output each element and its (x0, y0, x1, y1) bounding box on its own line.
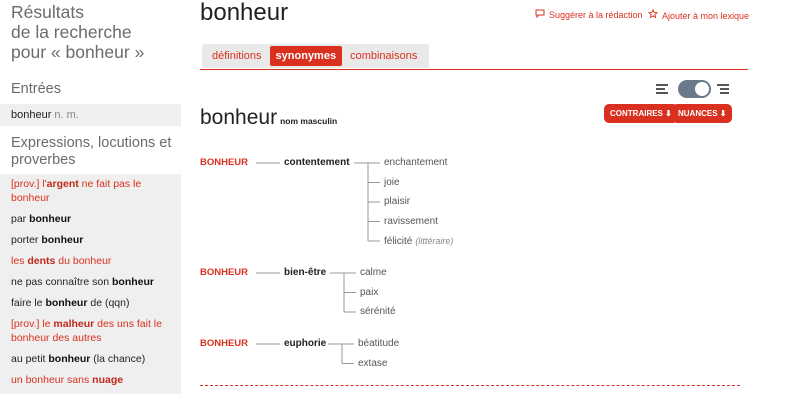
synonym-item[interactable]: enchantement (384, 157, 447, 169)
sidebar-title: Résultats de la recherche pour « bonheur… (11, 2, 144, 62)
contraires-button[interactable]: CONTRAIRES ⬇ (604, 104, 678, 123)
synonym-item[interactable]: béatitude (358, 338, 399, 350)
expression-text: au petit (11, 353, 49, 365)
synonym-text: paix (360, 286, 379, 298)
synonym-item[interactable]: ravissement (384, 216, 438, 228)
synonym-category[interactable]: bien-être (284, 267, 326, 279)
expression-keyword: dents (27, 255, 56, 267)
expression-item[interactable]: par bonheur (0, 209, 181, 230)
expression-text: les (11, 255, 28, 267)
expression-text: un bonheur sans (11, 374, 93, 386)
expression-item[interactable]: faire le bonheur de (qqn) (0, 293, 181, 314)
synonym-text: calme (360, 267, 387, 278)
suggest-label: Suggérer à la rédaction (549, 10, 643, 20)
expression-text: du bonheur (55, 255, 112, 267)
expression-item[interactable]: [prov.] le malheur des uns fait le bonhe… (0, 314, 181, 349)
tab-divider (200, 69, 748, 70)
expression-text: [prov.] le (11, 318, 54, 330)
expression-keyword: bonheur (48, 353, 91, 365)
sidebar-title-line: Résultats (11, 2, 84, 22)
nuances-button[interactable]: NUANCES ⬇ (672, 104, 733, 123)
align-left-icon[interactable] (656, 84, 668, 96)
comment-icon (535, 9, 545, 21)
tab-bar: définitions synonymes combinaisons (202, 44, 430, 68)
expression-keyword: bonheur (45, 297, 88, 309)
synonym-category[interactable]: contentement (284, 157, 350, 169)
display-toggle[interactable] (678, 80, 711, 98)
word-heading: bonheur nom masculin (200, 106, 337, 130)
expressions-heading: Expressions, locutions et proverbes (11, 135, 171, 169)
sidebar: Résultats de la recherche pour « bonheur… (0, 0, 181, 400)
sidebar-title-line: pour « bonheur » (11, 42, 145, 62)
align-tree-icon[interactable] (717, 84, 729, 96)
synonym-item[interactable]: sérénité (360, 306, 396, 318)
add-lexicon-label: Ajouter à mon lexique (662, 10, 750, 21)
expression-item[interactable]: au petit bonheur (la chance) (0, 349, 181, 370)
tab-synonymes[interactable]: synonymes (269, 46, 343, 66)
synonym-text: sérénité (360, 306, 396, 317)
sidebar-title-line: de la recherche (11, 22, 132, 42)
synonym-text: enchantement (384, 157, 448, 168)
expressions-list: [prov.] l'argent ne fait pas le bonheur p… (0, 174, 181, 394)
expression-text: par (11, 213, 30, 225)
expression-item[interactable]: porter bonheur (0, 230, 181, 251)
synonym-text: ravissement (384, 215, 438, 227)
section-divider (200, 385, 740, 386)
expression-text: ne pas connaître son (11, 276, 112, 288)
entries-heading: Entrées (11, 81, 61, 97)
synonym-text: joie (384, 176, 400, 188)
expression-text: de (qqn) (87, 297, 130, 309)
toggle-knob (695, 82, 709, 96)
synonym-item[interactable]: extase (358, 358, 387, 370)
synonym-head[interactable]: BONHEUR (200, 157, 248, 169)
synonym-item[interactable]: joie (384, 177, 400, 189)
synonym-head[interactable]: BONHEUR (200, 338, 248, 350)
expression-keyword: bonheur (29, 213, 72, 225)
word-grammar: nom masculin (280, 116, 338, 126)
expressions-heading-line: Expressions, locutions et (11, 135, 172, 151)
entry-pos: n. m. (54, 109, 79, 121)
entry-item[interactable]: bonheur n. m. (0, 104, 181, 126)
expression-text: (la chance) (90, 353, 146, 365)
expression-text: porter (11, 234, 42, 246)
expression-item[interactable]: un bonheur sans nuage (0, 370, 181, 391)
synonym-register: (littéraire) (415, 236, 454, 246)
synonym-text: extase (358, 357, 388, 369)
tab-combinaisons[interactable]: combinaisons (344, 46, 423, 66)
synonym-text: béatitude (358, 338, 400, 349)
expressions-heading-line: proverbes (11, 152, 76, 168)
word-text: bonheur (200, 106, 278, 129)
expression-keyword: bonheur (41, 234, 84, 246)
synonym-item[interactable]: plaisir (384, 196, 410, 208)
synonym-item[interactable]: félicité (littéraire) (384, 235, 453, 248)
synonym-item[interactable]: paix (360, 287, 378, 299)
expression-item[interactable]: [prov.] l'argent ne fait pas le bonheur (0, 174, 181, 209)
expression-item[interactable]: ne pas connaître son bonheur (0, 272, 181, 293)
suggest-link[interactable]: Suggérer à la rédaction (535, 9, 643, 21)
expression-keyword: argent (46, 178, 79, 190)
synonym-head[interactable]: BONHEUR (200, 267, 248, 279)
synonym-text: plaisir (384, 196, 411, 207)
expression-keyword: bonheur (112, 276, 154, 288)
add-lexicon-link[interactable]: Ajouter à mon lexique (647, 8, 750, 22)
expression-text: [prov.] l' (11, 178, 47, 190)
expression-item[interactable]: les dents du bonheur (0, 251, 181, 272)
expression-text: faire le (11, 297, 46, 309)
synonym-text: félicité (384, 236, 413, 247)
star-icon (647, 8, 659, 22)
page-title: bonheur (200, 0, 289, 26)
expression-keyword: malheur (53, 318, 95, 330)
entry-word: bonheur (11, 109, 52, 121)
synonym-category[interactable]: euphorie (284, 338, 326, 350)
expression-keyword: nuage (92, 374, 124, 386)
tab-definitions[interactable]: définitions (206, 46, 268, 66)
synonym-item[interactable]: calme (360, 267, 387, 279)
